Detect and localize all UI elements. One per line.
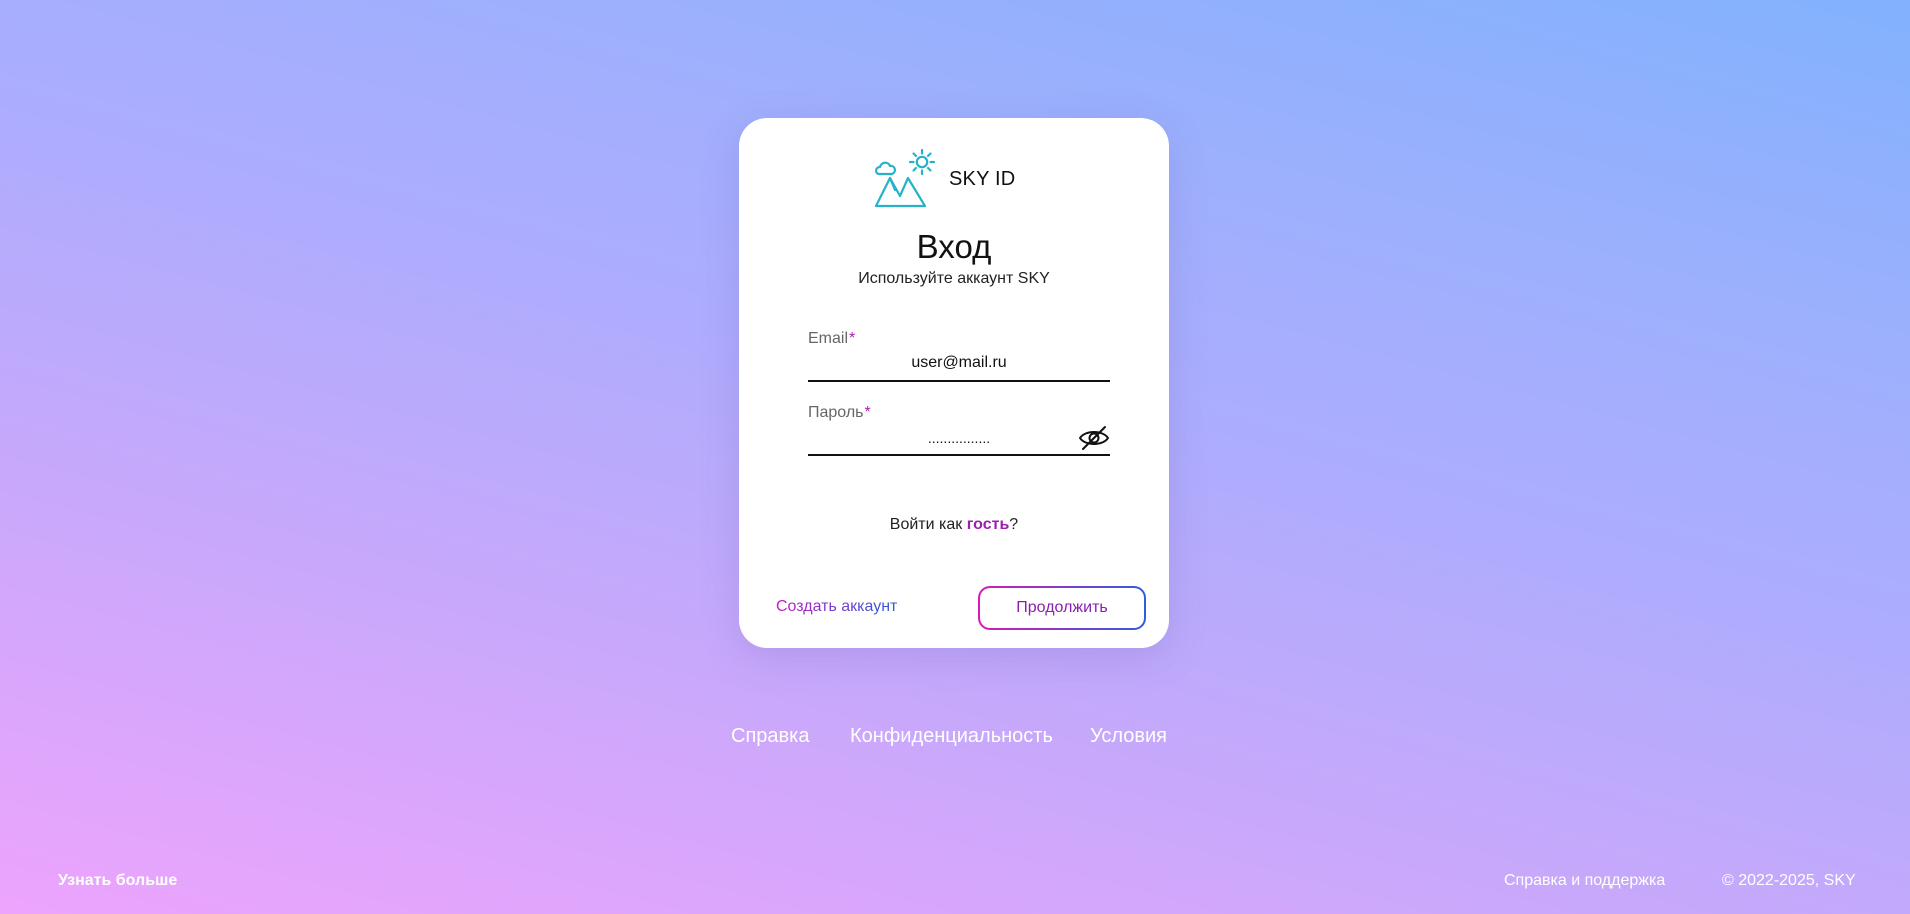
email-input[interactable]	[808, 354, 1110, 372]
login-card: SKY ID Вход Используйте аккаунт SKY Emai…	[739, 118, 1169, 648]
brand-name: SKY ID	[949, 167, 1016, 190]
password-field: Пароль*	[808, 404, 1110, 456]
copyright-text: © 2022-2025, SKY	[1722, 872, 1856, 889]
brand-header: SKY ID	[873, 148, 1015, 210]
required-mark: *	[864, 404, 871, 421]
mountain-sun-cloud-icon	[874, 148, 936, 208]
email-field: Email*	[808, 330, 1110, 382]
eye-off-icon[interactable]	[1078, 425, 1110, 451]
page-subtitle: Используйте аккаунт SKY	[858, 270, 1050, 287]
guest-login-line: Войти как гость?	[889, 516, 1019, 533]
email-label: Email*	[808, 330, 856, 347]
page-title: Вход	[916, 228, 992, 265]
terms-link[interactable]: Условия	[1090, 725, 1167, 748]
privacy-link[interactable]: Конфиденциальность	[850, 725, 1053, 748]
footer-links: Справка Конфиденциальность Условия	[0, 725, 1910, 749]
guest-login-link[interactable]: гость	[967, 516, 1010, 533]
required-mark: *	[849, 330, 856, 347]
learn-more-link[interactable]: Узнать больше	[58, 872, 177, 890]
create-account-link[interactable]: Создать аккаунт	[776, 598, 897, 616]
support-link[interactable]: Справка и поддержка	[1504, 872, 1665, 890]
password-input[interactable]	[808, 430, 1110, 446]
continue-button-label: Продолжить	[980, 588, 1144, 628]
password-label: Пароль*	[808, 404, 871, 421]
continue-button[interactable]: Продолжить	[978, 586, 1146, 630]
help-link[interactable]: Справка	[731, 725, 809, 748]
